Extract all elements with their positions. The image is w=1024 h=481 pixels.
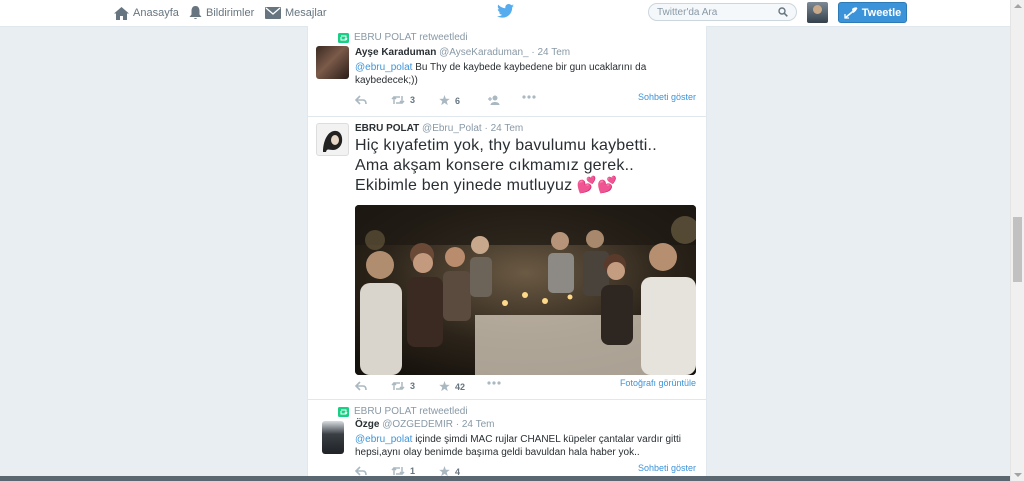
more-action[interactable]: [487, 381, 501, 385]
nav-notifications-label: Bildirimler: [206, 7, 255, 19]
os-taskbar-edge: [0, 476, 1010, 481]
author-username[interactable]: @AyseKaraduman_: [439, 47, 528, 58]
avatar[interactable]: [316, 46, 349, 79]
star-icon: [439, 381, 450, 392]
tweet-button-label: Tweetle: [861, 6, 902, 19]
more-action[interactable]: [522, 95, 536, 99]
expand-conversation-link[interactable]: Sohbeti göster: [638, 92, 696, 102]
top-navigation-bar: Anasayfa Bildirimler Mesajlar Tweetle: [0, 0, 1010, 27]
author-fullname[interactable]: Ayşe Karaduman: [355, 47, 436, 58]
tweet-timestamp[interactable]: 24 Tem: [491, 123, 524, 134]
tweet-text: Hiç kıyafetim yok, thy bavulumu kaybetti…: [355, 137, 657, 194]
favorite-count: 6: [455, 95, 461, 106]
retweet-icon: [391, 381, 405, 391]
tweet-text: @ebru_polat Bu Thy de kaybede kaybedene …: [355, 62, 647, 86]
tweet-text: @ebru_polat içinde şimdi MAC rujlar CHAN…: [355, 434, 682, 458]
favorite-action[interactable]: 42: [439, 381, 465, 392]
more-dots-icon: [487, 381, 501, 385]
reply-icon: [355, 381, 367, 391]
envelope-icon: [265, 7, 281, 19]
search-icon[interactable]: [778, 7, 788, 17]
tweet-header: EBRU POLAT @Ebru_Polat · 24 Tem: [355, 123, 524, 134]
reply-action[interactable]: [355, 466, 367, 476]
nav-messages[interactable]: Mesajlar: [265, 5, 327, 21]
retweet-count: 3: [410, 381, 416, 391]
tweet-item[interactable]: EBRU POLAT @Ebru_Polat · 24 Tem Hiç kıya…: [308, 116, 706, 400]
mention-link[interactable]: @ebru_polat: [355, 434, 412, 445]
favorite-count: 42: [455, 381, 466, 392]
reply-action[interactable]: [355, 95, 367, 105]
user-avatar[interactable]: [807, 2, 828, 23]
timeline: EBRU POLAT retweetledi Ayşe Karaduman @A…: [307, 26, 707, 481]
author-username[interactable]: @Ebru_Polat: [422, 123, 482, 134]
author-username[interactable]: @OZGEDEMIR: [382, 419, 453, 430]
nav-home[interactable]: Anasayfa: [114, 5, 179, 21]
nav-notifications[interactable]: Bildirimler: [189, 5, 254, 21]
tweet-header: Ayşe Karaduman @AyseKaraduman_ · 24 Tem: [355, 47, 571, 58]
nav-home-label: Anasayfa: [133, 7, 179, 19]
reply-icon: [355, 466, 367, 476]
retweet-action[interactable]: 3: [391, 381, 415, 391]
add-user-icon: [488, 95, 500, 105]
twitter-bird-logo[interactable]: [497, 4, 514, 23]
reply-action[interactable]: [355, 381, 367, 391]
author-fullname[interactable]: Özge: [355, 419, 379, 430]
compose-quill-icon: [844, 6, 858, 19]
follow-action[interactable]: [487, 95, 501, 105]
scroll-up-arrow-icon[interactable]: [1014, 4, 1022, 8]
retweet-action[interactable]: 3: [391, 95, 415, 105]
retweet-context: EBRU POLAT retweetledi: [338, 32, 468, 43]
search-input[interactable]: [657, 6, 767, 18]
hearts-emoji: 💕💕: [576, 177, 618, 194]
home-icon: [114, 6, 129, 20]
view-photo-link[interactable]: Fotoğrafı görüntüle: [620, 378, 696, 388]
tweet-timestamp[interactable]: 24 Tem: [462, 419, 495, 430]
scrollbar-thumb[interactable]: [1013, 217, 1022, 282]
tweet-timestamp[interactable]: 24 Tem: [537, 47, 570, 58]
retweet-count: 3: [410, 95, 416, 105]
tweet-photo[interactable]: [355, 205, 696, 375]
expand-conversation-link[interactable]: Sohbeti göster: [638, 463, 696, 473]
star-icon: [439, 95, 450, 106]
favorite-action[interactable]: 6: [439, 95, 460, 106]
tweet-item[interactable]: EBRU POLAT retweetledi Özge @OZGEDEMIR ·…: [308, 399, 706, 481]
tweet-button[interactable]: Tweetle: [838, 2, 907, 23]
twitter-bird-icon: [497, 4, 514, 18]
favorite-count: 4: [455, 466, 461, 477]
author-fullname[interactable]: EBRU POLAT: [355, 123, 419, 134]
scroll-down-arrow-icon[interactable]: [1014, 473, 1022, 477]
tweet-item[interactable]: EBRU POLAT retweetledi Ayşe Karaduman @A…: [308, 26, 706, 117]
retweet-action[interactable]: 1: [391, 466, 415, 476]
retweet-icon: [391, 95, 405, 105]
retweet-badge-icon: [338, 32, 349, 43]
bell-icon: [189, 6, 202, 19]
reply-icon: [355, 95, 367, 105]
group-dinner-photo: [355, 205, 696, 375]
mention-link[interactable]: @ebru_polat: [355, 62, 412, 73]
retweet-count: 1: [410, 466, 416, 476]
avatar-silhouette-icon: [323, 130, 343, 152]
retweet-badge-icon: [338, 406, 349, 417]
avatar[interactable]: [322, 421, 344, 454]
retweet-context: EBRU POLAT retweetledi: [338, 406, 468, 417]
search-box[interactable]: [648, 3, 797, 21]
retweet-icon: [391, 466, 405, 476]
page-scrollbar[interactable]: [1010, 0, 1024, 481]
tweet-header: Özge @OZGEDEMIR · 24 Tem: [355, 419, 495, 430]
avatar[interactable]: [316, 123, 349, 156]
nav-messages-label: Mesajlar: [285, 7, 327, 19]
more-dots-icon: [522, 95, 536, 99]
